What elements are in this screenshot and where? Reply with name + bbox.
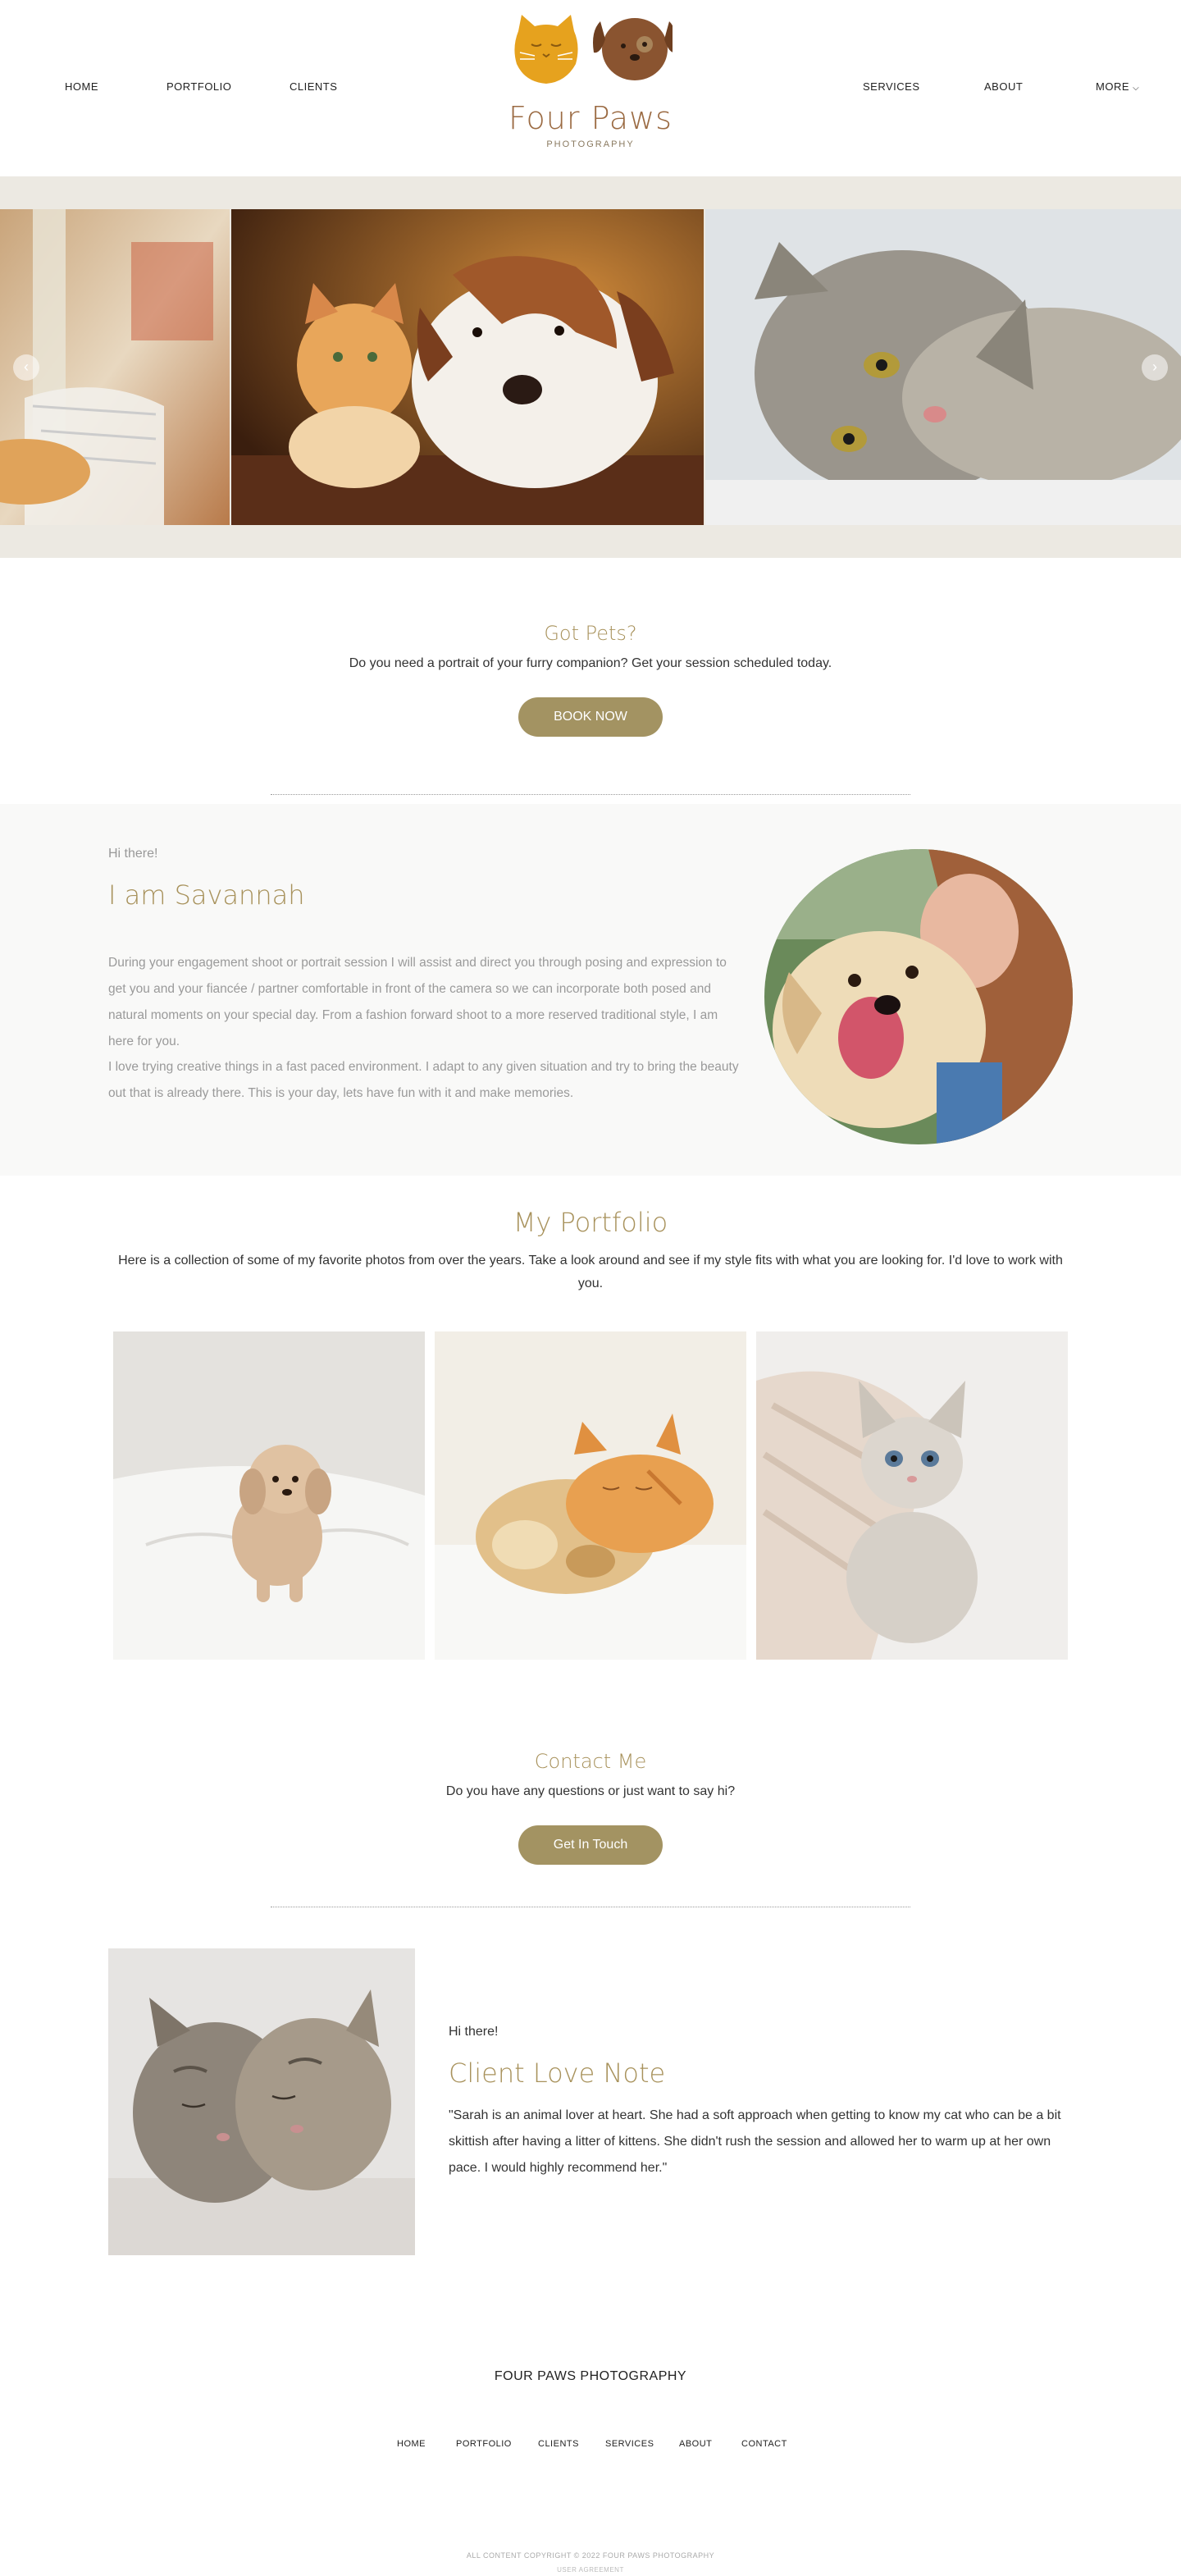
- get-in-touch-button[interactable]: Get In Touch: [518, 1825, 663, 1865]
- nav-about[interactable]: ABOUT: [984, 80, 1023, 93]
- client-love-note-section: Hi there! Client Love Note "Sarah is an …: [0, 1930, 1181, 2275]
- page: HOME PORTFOLIO CLIENTS Four Paws PHOTOGR…: [0, 0, 1181, 2576]
- contact-title: Contact Me: [534, 1750, 647, 1773]
- chevron-left-icon: ‹: [24, 359, 29, 375]
- footer-nav-portfolio[interactable]: PORTFOLIO: [456, 2439, 512, 2449]
- kitten-and-dog-photo: [231, 209, 704, 525]
- love-note-title: Client Love Note: [449, 2058, 666, 2089]
- photo-carousel[interactable]: ‹ ›: [0, 176, 1181, 558]
- footer-brand: FOUR PAWS PHOTOGRAPHY: [494, 2369, 687, 2383]
- chevron-right-icon: ›: [1152, 359, 1157, 375]
- about-greeting: Hi there!: [108, 847, 158, 861]
- got-pets-section: Got Pets? Do you need a portrait of your…: [0, 558, 1181, 804]
- nav-more[interactable]: MORE ⌵: [1096, 80, 1139, 93]
- about-paragraph-1: During your engagement shoot or portrait…: [108, 956, 727, 1048]
- section-divider: [271, 794, 910, 795]
- portfolio-image-puppy[interactable]: [113, 1331, 425, 1660]
- site-header: HOME PORTFOLIO CLIENTS Four Paws PHOTOGR…: [0, 0, 1181, 176]
- footer-nav-services[interactable]: SERVICES: [605, 2439, 654, 2449]
- chevron-down-icon: ⌵: [1133, 84, 1140, 93]
- carousel-slide-right: [705, 209, 1181, 525]
- contact-subtitle: Do you have any questions or just want t…: [445, 1784, 736, 1798]
- nav-services[interactable]: SERVICES: [863, 80, 920, 93]
- grey-kitten-photo: [756, 1331, 1068, 1660]
- savannah-avatar-photo: [764, 849, 1073, 1144]
- love-note-quote: "Sarah is an animal lover at heart. She …: [449, 2108, 1061, 2175]
- about-name-heading: I am Savannah: [108, 879, 305, 911]
- tabby-cat-photo: [705, 209, 1181, 525]
- carousel-slide-center: [231, 209, 704, 525]
- portfolio-section: My Portfolio Here is a collection of som…: [0, 1176, 1181, 1684]
- got-pets-title: Got Pets?: [544, 622, 637, 645]
- woman-with-dog-photo: [764, 849, 1073, 1144]
- footer-nav-about[interactable]: ABOUT: [679, 2439, 712, 2449]
- footer-nav-home[interactable]: HOME: [397, 2439, 426, 2449]
- love-note-greeting: Hi there!: [449, 2025, 499, 2039]
- about-paragraph-2: I love trying creative things in a fast …: [108, 1060, 739, 1100]
- footer-nav-clients[interactable]: CLIENTS: [538, 2439, 579, 2449]
- nav-portfolio[interactable]: PORTFOLIO: [166, 80, 231, 93]
- footer-user-agreement-link[interactable]: USER AGREEMENT: [0, 2566, 1181, 2574]
- kittens-photo: [108, 1948, 415, 2255]
- sleeping-kittens-photo: [108, 1948, 415, 2255]
- logo-subtitle: PHOTOGRAPHY: [546, 139, 635, 149]
- nav-more-label: MORE: [1096, 80, 1129, 93]
- footer-nav-contact[interactable]: CONTACT: [741, 2439, 787, 2449]
- footer-copyright: ALL CONTENT COPYRIGHT © 2022 FOUR PAWS P…: [466, 2551, 715, 2560]
- portfolio-description: Here is a collection of some of my favor…: [118, 1254, 1063, 1290]
- portfolio-title: My Portfolio: [513, 1207, 668, 1238]
- nav-home[interactable]: HOME: [65, 80, 98, 93]
- puppy-photo: [113, 1331, 425, 1660]
- book-now-button[interactable]: BOOK NOW: [518, 697, 663, 737]
- portfolio-image-puppy-kitten[interactable]: [435, 1331, 746, 1660]
- portfolio-image-kitten[interactable]: [756, 1331, 1068, 1660]
- site-footer: FOUR PAWS PHOTOGRAPHY HOME PORTFOLIO CLI…: [0, 2275, 1181, 2576]
- got-pets-subtitle: Do you need a portrait of your furry com…: [349, 656, 832, 670]
- carousel-prev-button[interactable]: ‹: [13, 354, 39, 381]
- contact-section: Contact Me Do you have any questions or …: [0, 1684, 1181, 1930]
- puppy-and-kitten-photo: [435, 1331, 746, 1660]
- carousel-next-button[interactable]: ›: [1142, 354, 1168, 381]
- nav-clients[interactable]: CLIENTS: [290, 80, 337, 93]
- cat-dog-logo-icon: [514, 15, 673, 84]
- logo-title: Four Paws: [508, 100, 673, 136]
- site-logo[interactable]: Four Paws PHOTOGRAPHY: [508, 15, 673, 158]
- about-section: Hi there! I am Savannah During your enga…: [0, 804, 1181, 1176]
